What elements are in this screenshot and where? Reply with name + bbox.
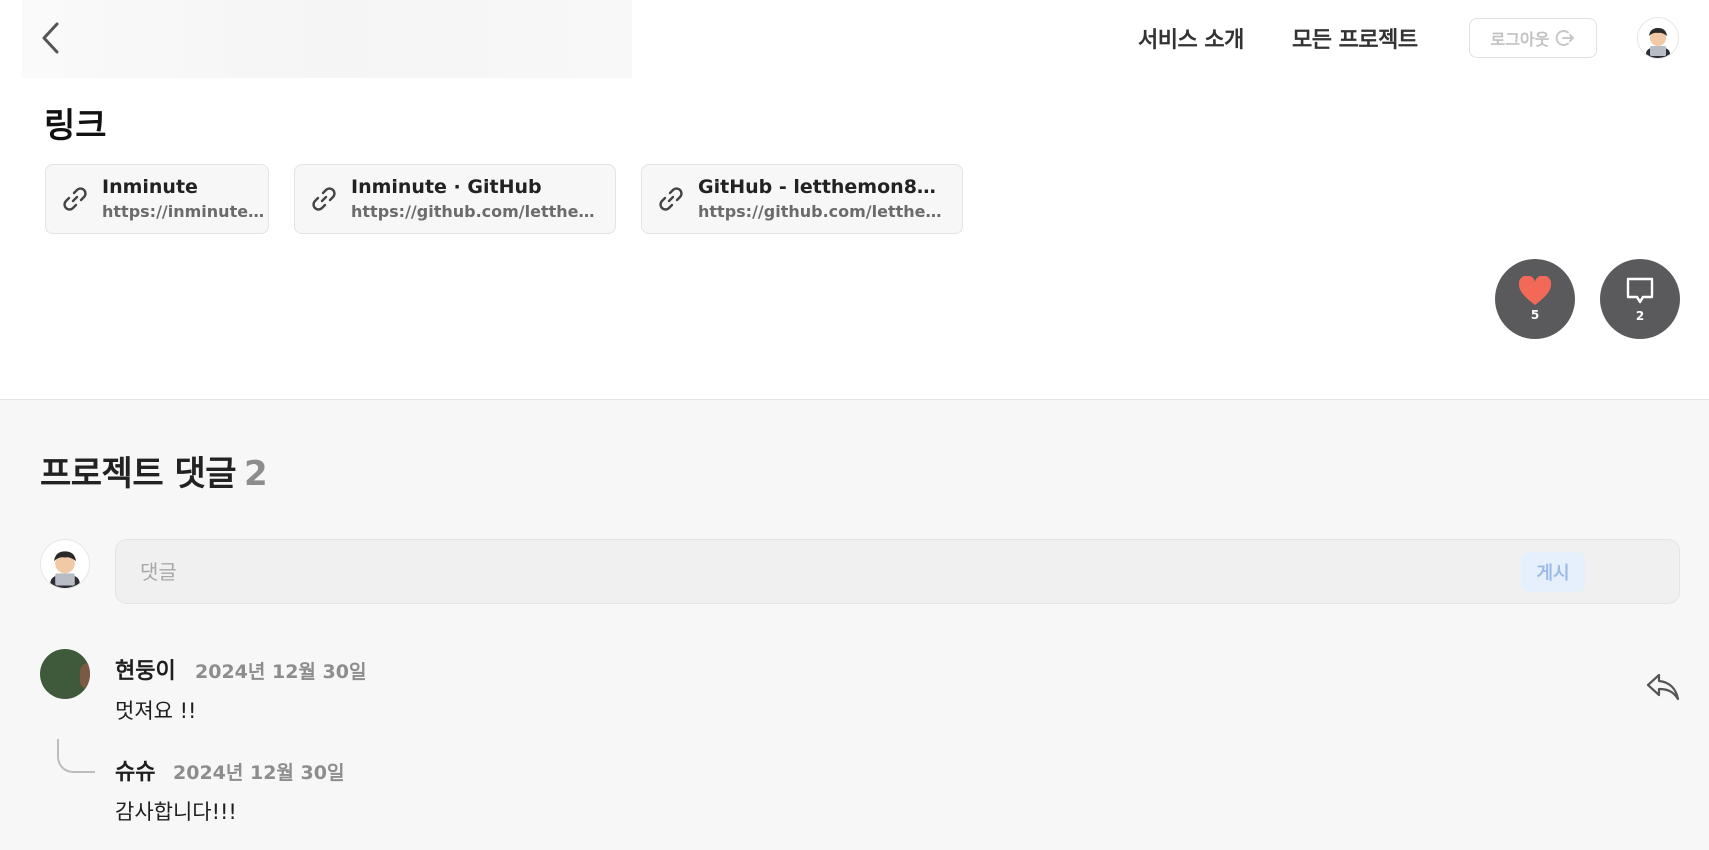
avatar-illustration-icon bbox=[1646, 28, 1670, 58]
post-comment-button[interactable]: 게시 bbox=[1521, 552, 1585, 592]
reply-date: 2024년 12월 30일 bbox=[173, 762, 345, 784]
link-url: https://github.com/letthemon8on bbox=[351, 202, 601, 221]
reply-arrow-icon bbox=[1646, 673, 1680, 701]
reply-body: 감사합니다!!! bbox=[115, 800, 237, 824]
link-card[interactable]: Inminute · GitHub https://github.com/let… bbox=[294, 164, 616, 234]
link-card[interactable]: GitHub - letthemon8on/Inminute https://g… bbox=[641, 164, 963, 234]
like-count: 5 bbox=[1530, 308, 1540, 322]
link-url: https://inminute.kr bbox=[102, 202, 268, 221]
avatar-figure bbox=[80, 663, 90, 689]
heart-icon bbox=[1518, 276, 1552, 305]
comment-body: 멋져요 !! bbox=[115, 699, 197, 723]
logout-icon bbox=[1556, 30, 1575, 46]
comments-heading-count: 2 bbox=[244, 454, 268, 494]
nav-service-intro[interactable]: 서비스 소개 bbox=[1138, 22, 1244, 54]
comment-author: 현둥이 bbox=[115, 659, 176, 684]
link-card[interactable]: Inminute https://inminute.kr bbox=[45, 164, 269, 234]
logout-button[interactable]: 로그아웃 bbox=[1469, 18, 1597, 58]
avatar-illustration-icon bbox=[50, 551, 80, 588]
nav-all-projects[interactable]: 모든 프로젝트 bbox=[1292, 22, 1418, 54]
header-background bbox=[22, 0, 632, 78]
link-title: GitHub - letthemon8on/Inminute bbox=[698, 176, 948, 198]
comment-input[interactable] bbox=[140, 540, 1520, 603]
current-user-avatar bbox=[40, 539, 90, 589]
chevron-left-icon bbox=[42, 22, 59, 54]
links-section-title: 링크 bbox=[44, 106, 107, 146]
back-button[interactable] bbox=[34, 18, 68, 58]
reply-button[interactable] bbox=[1645, 670, 1681, 704]
user-avatar[interactable] bbox=[1637, 17, 1679, 59]
comments-heading: 프로젝트 댓글 2 bbox=[40, 446, 268, 495]
link-texts: GitHub - letthemon8on/Inminute https://g… bbox=[698, 175, 948, 223]
speech-bubble-icon bbox=[1626, 277, 1654, 304]
commenter-avatar bbox=[40, 649, 90, 699]
link-title: Inminute · GitHub bbox=[351, 176, 542, 198]
link-title: Inminute bbox=[102, 176, 198, 198]
comment-count-button[interactable]: 2 bbox=[1600, 259, 1680, 339]
reply-author: 슈슈 bbox=[115, 760, 156, 785]
comment-date: 2024년 12월 30일 bbox=[195, 661, 367, 683]
comments-heading-label: 프로젝트 댓글 bbox=[40, 454, 237, 494]
comment-count: 2 bbox=[1635, 309, 1645, 323]
link-icon bbox=[659, 187, 683, 211]
logout-label: 로그아웃 bbox=[1490, 30, 1550, 49]
link-texts: Inminute https://inminute.kr bbox=[102, 175, 268, 223]
like-button[interactable]: 5 bbox=[1495, 259, 1575, 339]
comment-composer: 게시 bbox=[115, 539, 1680, 604]
link-icon bbox=[312, 187, 336, 211]
reply-thread-line bbox=[57, 739, 95, 773]
link-texts: Inminute · GitHub https://github.com/let… bbox=[351, 175, 601, 223]
link-url: https://github.com/letthemon8on/Inminute bbox=[698, 202, 948, 221]
comments-section: 프로젝트 댓글2 게시 현둥이 2024년 12월 30일 멋져요 !! 슈슈 … bbox=[0, 399, 1709, 850]
top-navigation-bar: 서비스 소개 모든 프로젝트 로그아웃 bbox=[0, 0, 1709, 78]
link-icon bbox=[63, 187, 87, 211]
